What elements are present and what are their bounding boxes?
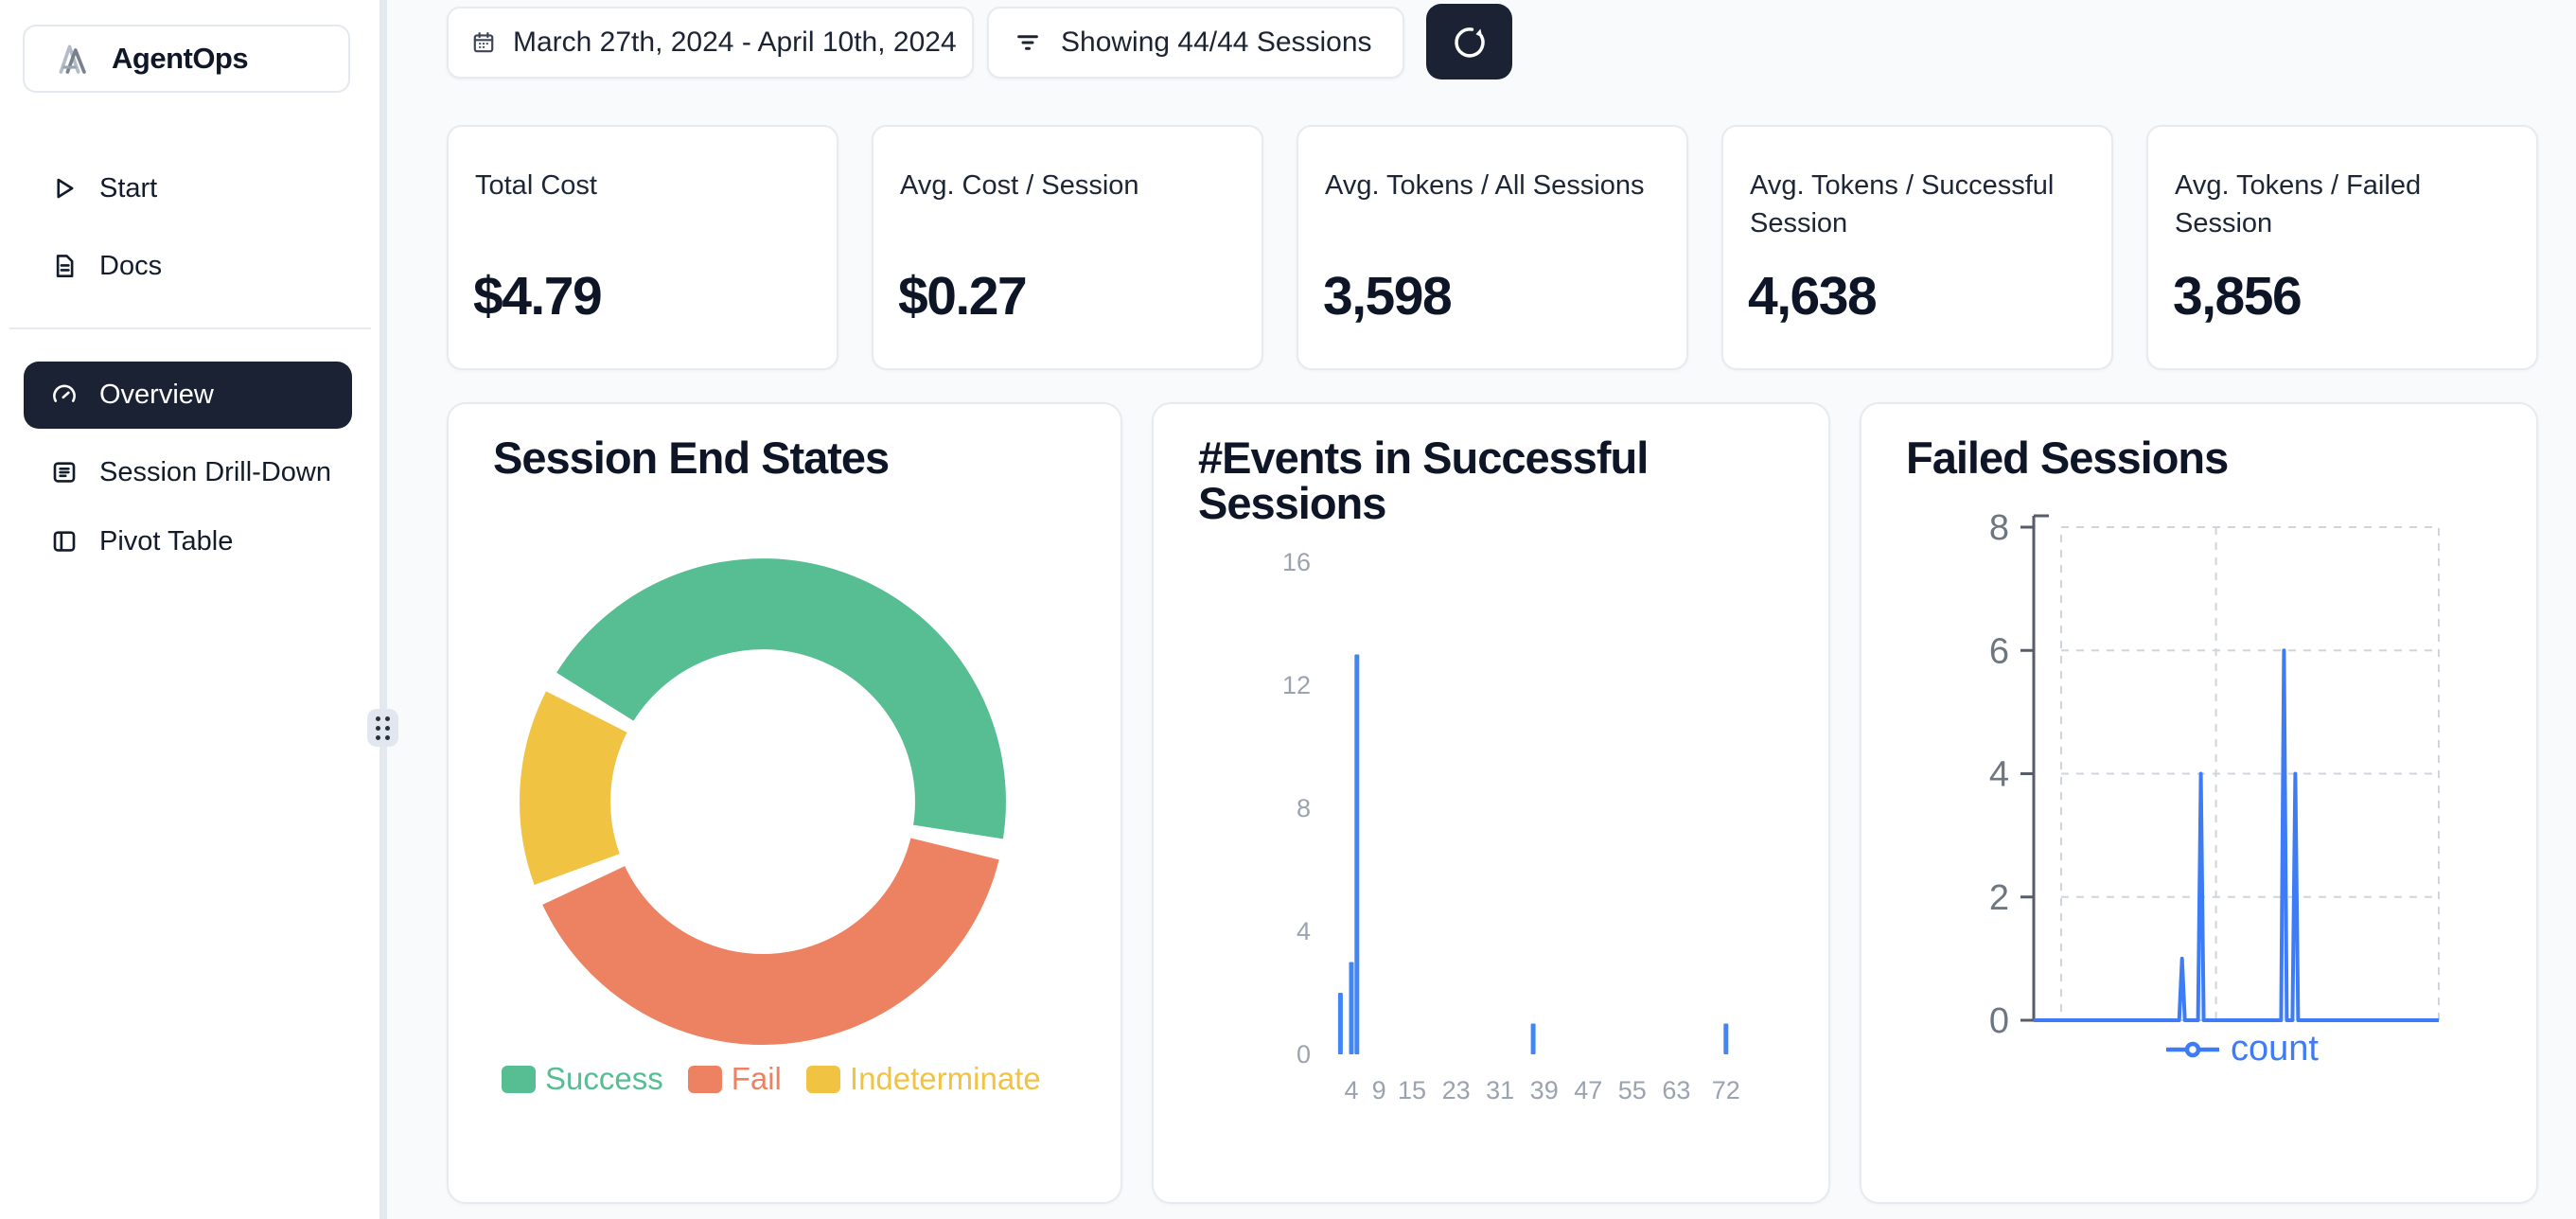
paperclip-logo-icon [53,40,93,78]
calendar-icon [471,30,496,55]
sidebar-item-label: Overview [99,380,214,411]
stat-card-avg-tokens-successful: Avg. Tokens / Successful Session 4,638 [1721,125,2113,370]
success-swatch [502,1066,536,1093]
stat-value: 4,638 [1748,265,1876,327]
sessions-filter-button[interactable]: Showing 44/44 Sessions [987,7,1404,79]
app-title: AgentOps [112,42,248,76]
sidebar-divider [9,327,371,329]
events-bar-chart[interactable]: 0481216491523313947556372 [1154,404,1830,1204]
svg-text:47: 47 [1574,1076,1602,1104]
sidebar-item-label: Session Drill-Down [99,457,331,488]
svg-text:2: 2 [1989,878,2009,918]
stat-label: Avg. Tokens / Successful Session [1750,167,2083,242]
svg-text:4: 4 [1989,755,2009,795]
svg-text:0: 0 [1989,1001,2009,1041]
stat-value: $0.27 [898,265,1026,327]
svg-text:63: 63 [1662,1076,1690,1104]
date-range-button[interactable]: March 27th, 2024 - April 10th, 2024 [447,7,974,79]
svg-text:9: 9 [1372,1076,1386,1104]
date-range-label: March 27th, 2024 - April 10th, 2024 [513,26,957,59]
stat-card-avg-tokens-all: Avg. Tokens / All Sessions 3,598 [1297,125,1688,370]
indeterminate-swatch [806,1066,840,1093]
svg-text:8: 8 [1297,794,1311,822]
legend-label: Success [545,1061,663,1097]
sidebar-item-pivot-table[interactable]: Pivot Table [23,520,360,563]
stat-value: 3,598 [1323,265,1451,327]
count-legend[interactable]: count [2166,1029,2319,1069]
stat-value: 3,856 [2173,265,2301,327]
legend-label: count [2231,1029,2319,1069]
stat-card-total-cost: Total Cost $4.79 [447,125,838,370]
document-icon [50,252,79,280]
stat-label: Total Cost [475,167,808,204]
gauge-icon [50,381,79,410]
sidebar-item-docs[interactable]: Docs [23,244,360,288]
legend-item-fail[interactable]: Fail [688,1061,782,1097]
stat-label: Avg. Tokens / Failed Session [2175,167,2508,242]
legend-label: Indeterminate [850,1061,1041,1097]
svg-text:55: 55 [1618,1076,1647,1104]
svg-text:4: 4 [1344,1076,1358,1104]
sidebar-item-start[interactable]: Start [23,167,360,210]
play-icon [50,174,79,203]
sidebar-item-label: Pivot Table [99,526,233,557]
sidebar-resize-divider [379,0,387,1219]
stat-label: Avg. Tokens / All Sessions [1325,167,1658,204]
stat-label: Avg. Cost / Session [900,167,1233,204]
legend-label: Fail [732,1061,782,1097]
sidebar: AgentOps Start Docs Overview Session Dri… [0,0,379,1219]
refresh-icon [1450,22,1490,62]
sidebar-drag-handle[interactable] [367,709,398,747]
svg-text:8: 8 [1989,508,2009,548]
stat-card-avg-cost-session: Avg. Cost / Session $0.27 [872,125,1263,370]
svg-text:0: 0 [1297,1040,1311,1069]
sidebar-item-overview[interactable]: Overview [24,362,352,429]
list-icon [50,458,79,486]
stat-value: $4.79 [473,265,601,327]
svg-text:23: 23 [1442,1076,1471,1104]
svg-text:31: 31 [1486,1076,1514,1104]
donut-legend: Success Fail Indeterminate [502,1061,1041,1097]
sessions-filter-label: Showing 44/44 Sessions [1061,26,1372,59]
svg-text:39: 39 [1530,1076,1559,1104]
svg-text:4: 4 [1297,917,1311,945]
filter-icon [1014,28,1042,57]
svg-text:16: 16 [1282,548,1311,576]
agentops-logo[interactable]: AgentOps [23,25,350,93]
svg-text:12: 12 [1282,671,1311,699]
refresh-button[interactable] [1426,4,1512,80]
line-series-marker-icon [2166,1041,2219,1058]
failed-sessions-card: Failed Sessions 02468 count [1860,402,2538,1204]
svg-text:72: 72 [1712,1076,1740,1104]
sidebar-item-label: Docs [99,251,162,282]
agentops-dashboard: { "app": { "name": "AgentOps" }, "sideba… [0,0,2576,1219]
fail-swatch [688,1066,722,1093]
sidebar-item-label: Start [99,173,157,204]
legend-item-success[interactable]: Success [502,1061,663,1097]
session-end-states-card: Session End States Success Fail Indeterm… [447,402,1122,1204]
events-in-successful-sessions-card: #Events in Successful Sessions 048121649… [1152,402,1830,1204]
legend-item-indeterminate[interactable]: Indeterminate [806,1061,1041,1097]
failed-sessions-line-chart[interactable]: 0 2 4 6 8 [1861,404,2538,1204]
svg-text:6: 6 [1989,631,2009,671]
sidebar-item-session-drill-down[interactable]: Session Drill-Down [23,450,360,494]
pivot-panel-icon [50,527,79,556]
stat-card-avg-tokens-failed: Avg. Tokens / Failed Session 3,856 [2146,125,2538,370]
svg-text:15: 15 [1398,1076,1426,1104]
